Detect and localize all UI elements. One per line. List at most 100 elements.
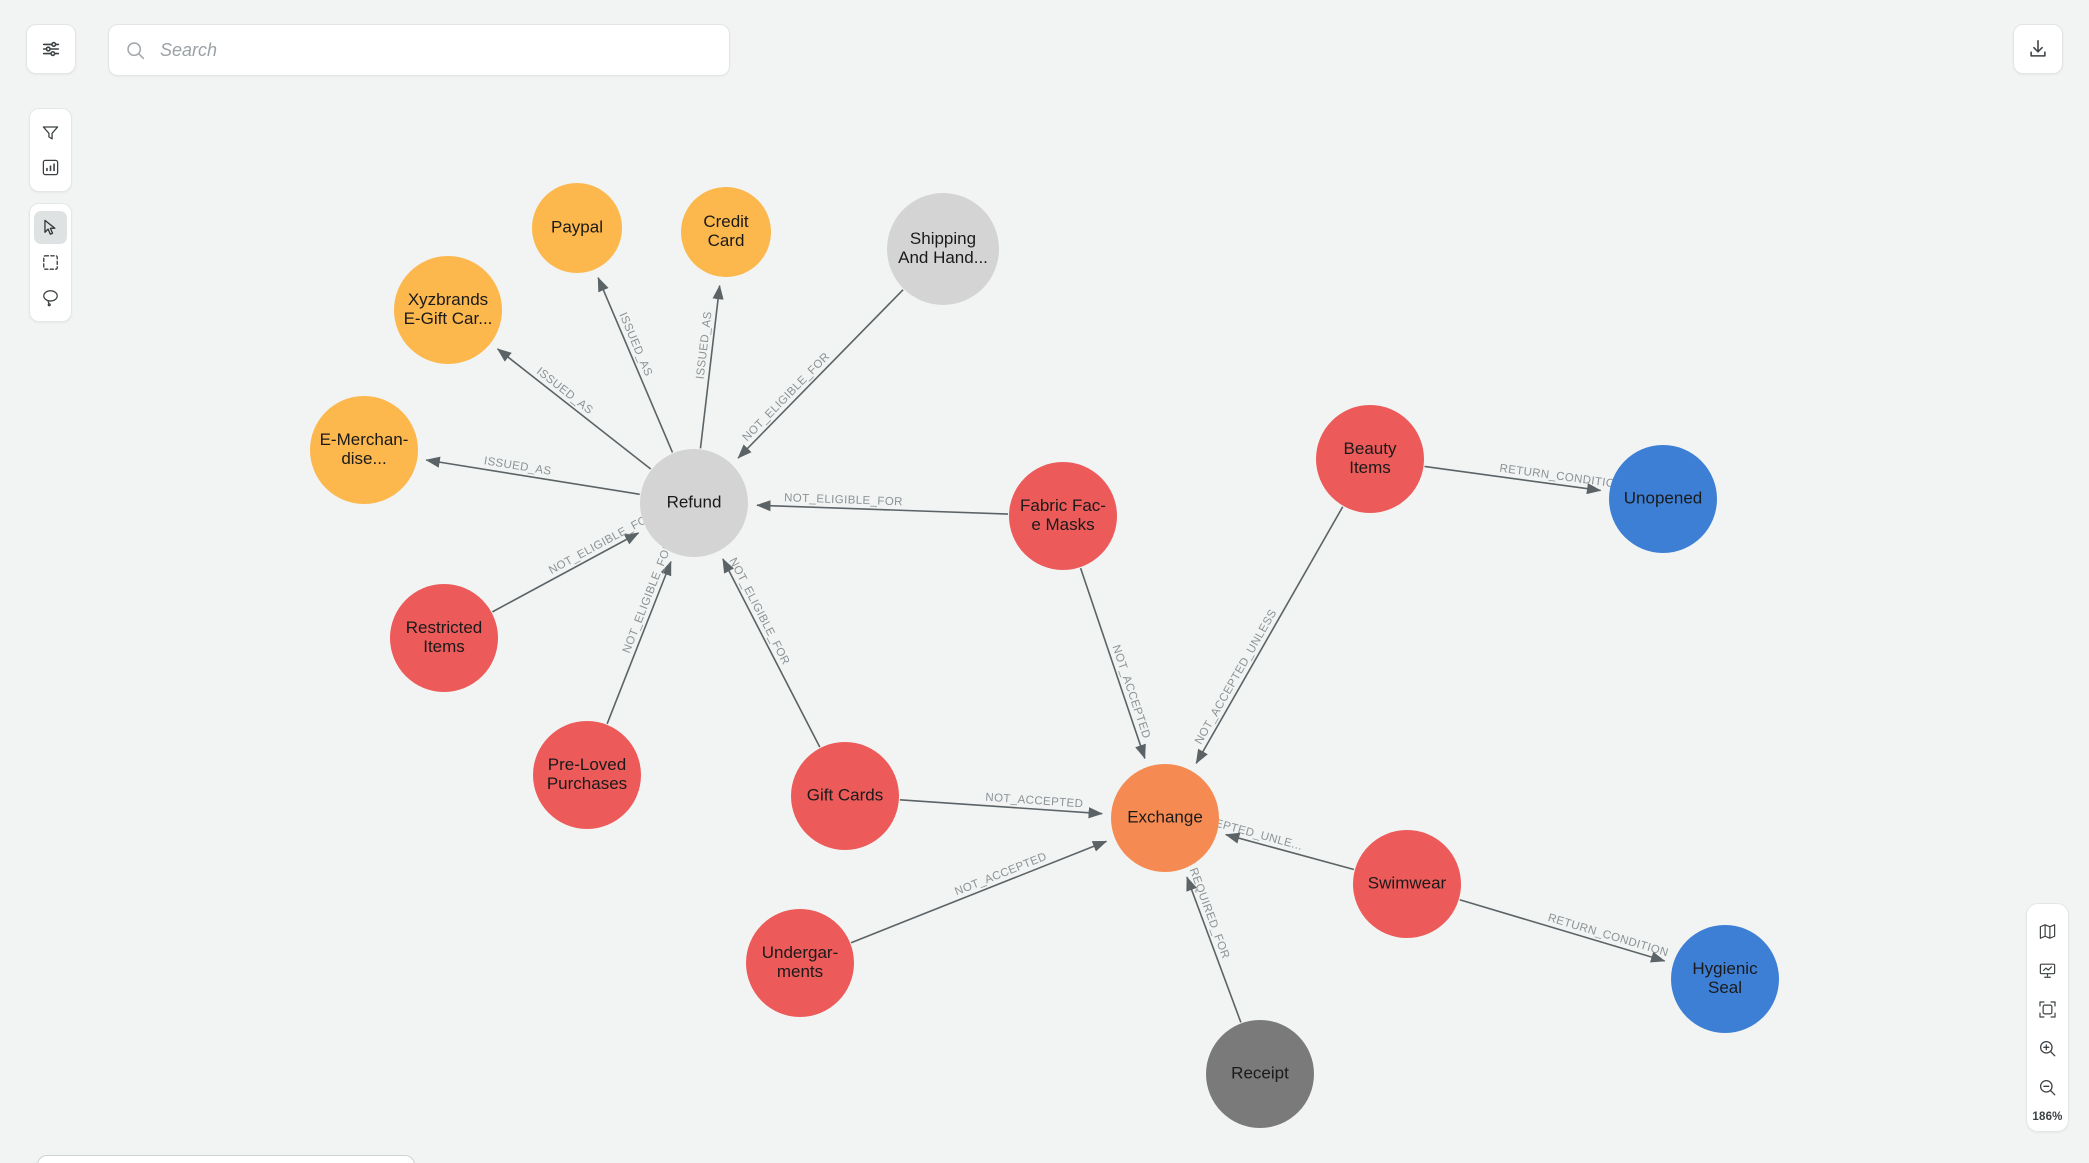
node-circle[interactable] [390,584,498,692]
graph-edge[interactable]: ISSUED_AS [425,455,640,496]
graph-node[interactable]: BeautyItems [1316,405,1424,513]
graph-edge[interactable]: ISSUED_AS [496,348,652,470]
graph-node[interactable]: Swimwear [1353,830,1461,938]
graph-canvas[interactable]: ISSUED_AS ISSUED_AS ISSUED_AS ISSUED_AS NOT_… [0,0,2089,1163]
graph-edge[interactable]: NOT_ELIGIBLE_FOR [737,289,904,459]
map-icon [2038,922,2057,941]
graph-edge[interactable]: NOT_ACCEPTED_UNLESS [1193,506,1344,764]
graph-node[interactable]: HygienicSeal [1671,925,1779,1033]
graph-edge[interactable]: NOT_ACCEPTED [1079,567,1153,760]
graph-node[interactable]: Paypal [532,183,622,273]
node-circle[interactable] [746,909,854,1017]
node-circle[interactable] [533,721,641,829]
node-circle[interactable] [640,449,748,557]
search-bar[interactable] [108,24,730,76]
filter-icon [41,123,60,142]
edge-line [1459,898,1666,963]
graph-edge[interactable]: ISSUED_AS [597,276,674,453]
node-circle[interactable] [1353,830,1461,938]
edge-line [597,276,674,453]
graph-edge[interactable]: NOT_ELIGIBLE_FOR [722,556,821,748]
graph-node[interactable]: Exchange [1111,764,1219,872]
lasso-select-tool-button[interactable] [34,281,67,314]
graph-edge[interactable]: RETURN_CONDITION [1424,463,1625,495]
edge-label: NOT_ELIGIBLE_FOR [741,351,833,444]
lasso-select-icon [41,288,60,307]
graph-node[interactable]: Receipt [1206,1020,1314,1128]
minimap-tool-button[interactable] [2031,915,2064,948]
bottom-panel[interactable] [37,1155,415,1163]
edge-label: ISSUED_AS [616,311,654,378]
edge-label: ISSUED_AS [534,365,595,417]
graph-edge[interactable]: NOT_ELIGIBLE_FOR [756,492,1009,515]
bar-chart-icon [41,158,60,177]
node-circle[interactable] [887,193,999,305]
node-circle[interactable] [1609,445,1717,553]
edge-label: NOT_ELIGIBLE_FOR [547,510,657,577]
graph-node[interactable]: Unopened [1609,445,1717,553]
edge-label: NOT_ELIGIBLE_FOR [726,556,791,667]
zoom-level-label: 186% [2032,1111,2063,1123]
graph-node[interactable]: Fabric Fac-e Masks [1009,462,1117,570]
graph-node[interactable]: Gift Cards [791,742,899,850]
edge-label: NOT_ACCEPTED [953,851,1049,898]
download-button[interactable] [2013,24,2063,74]
node-circle[interactable] [310,396,418,504]
right-toolbar: 186% [2026,903,2069,1132]
node-circle[interactable] [1316,405,1424,513]
node-circle[interactable] [1671,925,1779,1033]
graph-node[interactable]: CreditCard [681,187,771,277]
filter-tool-button[interactable] [34,116,67,149]
graph-nodes: Paypal CreditCard XyzbrandsE-Gift Car... Sh… [310,183,1779,1128]
edge-line [606,560,672,725]
pointer-tool-button[interactable] [34,211,67,244]
edge-line [496,348,652,470]
fit-to-screen-button[interactable] [2031,993,2064,1026]
node-circle[interactable] [1009,462,1117,570]
graph-edge[interactable]: NOT_ELIGIBLE_FOR [606,540,676,725]
graph-node[interactable]: E-Merchan-dise... [310,396,418,504]
marquee-select-tool-button[interactable] [34,246,67,279]
search-input[interactable] [158,38,713,62]
node-circle[interactable] [681,187,771,277]
marquee-select-icon [41,253,60,272]
graph-edge[interactable]: NOT_ACCEPTED [899,792,1103,819]
graph-node[interactable]: Refund [640,449,748,557]
cursor-pointer-icon [41,218,60,237]
graph-edge[interactable]: NOT_ELIGIBLE_FOR [492,510,657,613]
presentation-tool-button[interactable] [2031,954,2064,987]
graph-node[interactable]: RestrictedItems [390,584,498,692]
graph-settings-button[interactable] [26,24,76,74]
edge-label: NOT_ELIGIBLE_FOR [784,492,903,508]
zoom-in-icon [2038,1039,2057,1058]
edge-label: RETURN_CONDITION [1499,463,1625,492]
node-circle[interactable] [1206,1020,1314,1128]
node-circle[interactable] [1111,764,1219,872]
node-circle[interactable] [791,742,899,850]
edge-line [722,558,821,748]
edge-label: NOT_ELIGIBLE_FOR [621,540,676,655]
node-circle[interactable] [394,256,502,364]
zoom-out-button[interactable] [2031,1071,2064,1104]
graph-node[interactable]: Undergar-ments [746,909,854,1017]
edge-line [1195,506,1344,764]
graph-node[interactable]: XyzbrandsE-Gift Car... [394,256,502,364]
presentation-chart-icon [2038,961,2057,980]
graph-edge[interactable]: REQUIRED_FOR [1186,866,1242,1023]
edge-line [850,840,1108,944]
graph-edge[interactable]: NOT_ACCEPTED [850,840,1108,944]
graph-node[interactable]: Pre-LovedPurchases [533,721,641,829]
left-toolbar-group-filters [29,108,72,192]
graph-explorer-app: ISSUED_AS ISSUED_AS ISSUED_AS ISSUED_AS NOT_… [0,0,2089,1163]
graph-edge[interactable]: RETURN_CONDITION [1459,898,1670,963]
zoom-out-icon [2038,1078,2057,1097]
edge-line [1079,567,1146,760]
node-circle[interactable] [532,183,622,273]
graph-edge[interactable]: ISSUED_AS [695,284,724,449]
chart-tool-button[interactable] [34,151,67,184]
edge-line [1186,876,1242,1023]
download-icon [2027,38,2049,60]
edge-label: NOT_ACCEPTED_UNLESS [1193,608,1279,747]
graph-node[interactable]: ShippingAnd Hand... [887,193,999,305]
zoom-in-button[interactable] [2031,1032,2064,1065]
